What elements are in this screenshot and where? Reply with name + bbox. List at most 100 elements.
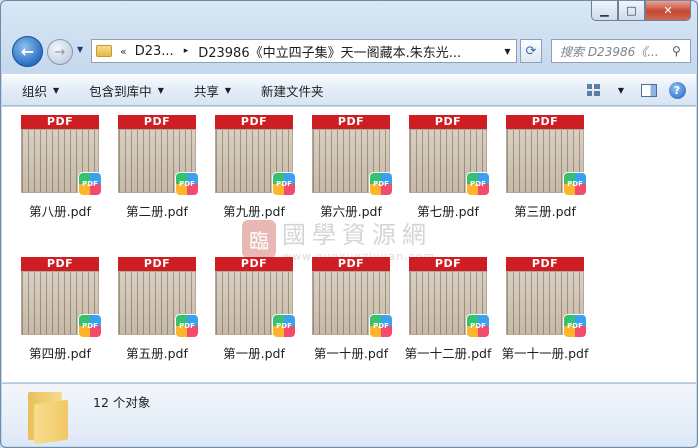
breadcrumb-item[interactable]: D23... — [135, 44, 174, 59]
pdf-thumbnail: PDF PDF — [21, 115, 101, 195]
file-name: 第六册.pdf — [320, 204, 382, 219]
pdf-thumbnail: PDF PDF — [118, 257, 198, 337]
share-label: 共享 — [193, 83, 219, 99]
address-overflow-chevron[interactable]: « — [120, 45, 127, 58]
chevron-down-icon: ▼ — [224, 85, 232, 95]
file-item[interactable]: PDF PDF 第一十册.pdf — [303, 257, 399, 362]
new-folder-label: 新建文件夹 — [261, 83, 324, 99]
pdf-thumbnail: PDF PDF — [118, 115, 198, 195]
address-bar[interactable]: « D23... ▸ D23986《中立四子集》天一阁藏本.朱东光... ▼ — [91, 39, 517, 63]
file-name: 第一十册.pdf — [313, 346, 389, 361]
file-item[interactable]: PDF PDF 第七册.pdf — [400, 115, 496, 220]
refresh-button[interactable]: ⟳ — [520, 39, 542, 63]
pdf-app-icon: PDF — [273, 315, 295, 337]
details-pane: 12 个对象 — [2, 383, 696, 446]
file-item[interactable]: PDF PDF 第九册.pdf — [206, 115, 302, 220]
pdf-label: PDF — [21, 115, 99, 129]
pdf-label: PDF — [118, 115, 196, 129]
chevron-down-icon: ▼ — [53, 85, 60, 95]
pdf-thumbnail: PDF PDF — [21, 257, 101, 337]
pdf-label: PDF — [312, 115, 390, 129]
pdf-label: PDF — [215, 115, 293, 129]
minimize-button[interactable]: ▁ — [591, 1, 618, 21]
pdf-app-icon: PDF — [467, 315, 489, 337]
view-options-dropdown[interactable]: ▼ — [610, 79, 632, 101]
view-grid-icon — [586, 84, 600, 96]
pdf-thumbnail: PDF PDF — [409, 115, 489, 195]
share-menu[interactable]: 共享 ▼ — [194, 81, 231, 100]
recent-pages-dropdown[interactable]: ▼ — [77, 45, 83, 54]
pdf-label: PDF — [409, 115, 487, 129]
file-name: 第七册.pdf — [417, 204, 479, 219]
file-name: 第五册.pdf — [126, 346, 188, 361]
pdf-thumbnail: PDF PDF — [506, 115, 586, 195]
pdf-thumbnail: PDF PDF — [215, 115, 295, 195]
file-list: 臨 國學資源網 www.guoxueziyuan.com PDF PDF 第八册.p… — [2, 107, 696, 382]
pdf-app-icon: PDF — [176, 315, 198, 337]
address-dropdown-icon[interactable]: ▼ — [498, 46, 516, 56]
organize-label: 组织 — [22, 83, 48, 99]
file-name: 第九册.pdf — [223, 204, 285, 219]
new-folder-button[interactable]: 新建文件夹 — [261, 81, 324, 100]
file-item[interactable]: PDF PDF 第二册.pdf — [109, 115, 205, 220]
forward-arrow-icon: → — [54, 44, 66, 60]
help-icon: ? — [668, 81, 686, 99]
pdf-thumbnail: PDF PDF — [409, 257, 489, 337]
pdf-thumbnail: PDF PDF — [506, 257, 586, 337]
pdf-label: PDF — [215, 257, 293, 271]
file-item[interactable]: PDF PDF 第三册.pdf — [497, 115, 593, 220]
refresh-icon: ⟳ — [525, 43, 537, 59]
back-arrow-icon: ← — [20, 42, 35, 61]
pdf-label: PDF — [506, 257, 584, 271]
pdf-app-icon: PDF — [176, 173, 198, 195]
breadcrumb-separator-icon[interactable]: ▸ — [184, 46, 189, 56]
file-item[interactable]: PDF PDF 第一册.pdf — [206, 257, 302, 362]
file-name: 第三册.pdf — [514, 204, 576, 219]
folder-icon — [96, 45, 112, 57]
file-item[interactable]: PDF PDF 第一十二册.pdf — [400, 257, 496, 362]
pdf-label: PDF — [312, 257, 390, 271]
file-item[interactable]: PDF PDF 第六册.pdf — [303, 115, 399, 220]
pdf-label: PDF — [21, 257, 99, 271]
pdf-label: PDF — [506, 115, 584, 129]
pdf-app-icon: PDF — [564, 315, 586, 337]
file-item[interactable]: PDF PDF 第四册.pdf — [12, 257, 108, 362]
help-button[interactable]: ? — [666, 79, 688, 101]
pdf-app-icon: PDF — [273, 173, 295, 195]
navigation-bar: ← → ▼ « D23... ▸ D23986《中立四子集》天一阁藏本.朱东光.… — [9, 36, 691, 67]
file-name: 第二册.pdf — [126, 204, 188, 219]
command-bar: 组织 ▼ 包含到库中 ▼ 共享 ▼ 新建文件夹 ▼ ? — [2, 74, 696, 106]
file-item[interactable]: PDF PDF 第八册.pdf — [12, 115, 108, 220]
explorer-window: ▁ □ ✕ ← → ▼ « D23... ▸ D23986《中立四子集》天一阁藏… — [0, 0, 698, 448]
pdf-label: PDF — [118, 257, 196, 271]
back-button[interactable]: ← — [12, 36, 43, 67]
item-count: 12 个对象 — [93, 395, 151, 410]
change-view-button[interactable] — [582, 79, 604, 101]
breadcrumb-item-current[interactable]: D23986《中立四子集》天一阁藏本.朱东光... — [198, 42, 498, 61]
pdf-thumbnail: PDF PDF — [312, 257, 392, 337]
include-in-library-menu[interactable]: 包含到库中 ▼ — [89, 81, 164, 100]
search-placeholder: 搜索 D23986《... — [560, 44, 659, 59]
pdf-app-icon: PDF — [79, 173, 101, 195]
include-in-library-label: 包含到库中 — [89, 83, 152, 99]
preview-pane-icon — [641, 83, 657, 97]
search-icon[interactable]: ⚲ — [672, 44, 690, 58]
folder-icon — [28, 392, 70, 445]
caption-buttons: ▁ □ ✕ — [591, 1, 691, 21]
watermark-text: 國學資源網 www.guoxueziyuan.com — [282, 215, 435, 263]
file-item[interactable]: PDF PDF 第一十一册.pdf — [497, 257, 593, 362]
pdf-app-icon: PDF — [79, 315, 101, 337]
file-name: 第一册.pdf — [223, 346, 285, 361]
pdf-app-icon: PDF — [564, 173, 586, 195]
search-input[interactable]: 搜索 D23986《... ⚲ — [551, 39, 691, 63]
close-button[interactable]: ✕ — [645, 1, 691, 21]
maximize-button[interactable]: □ — [618, 1, 645, 21]
file-item[interactable]: PDF PDF 第五册.pdf — [109, 257, 205, 362]
file-name: 第八册.pdf — [29, 204, 91, 219]
preview-pane-button[interactable] — [638, 79, 660, 101]
file-name: 第四册.pdf — [29, 346, 91, 361]
pdf-thumbnail: PDF PDF — [312, 115, 392, 195]
organize-menu[interactable]: 组织 ▼ — [22, 81, 59, 100]
forward-button[interactable]: → — [47, 39, 73, 65]
view-controls: ▼ ? — [576, 79, 688, 101]
